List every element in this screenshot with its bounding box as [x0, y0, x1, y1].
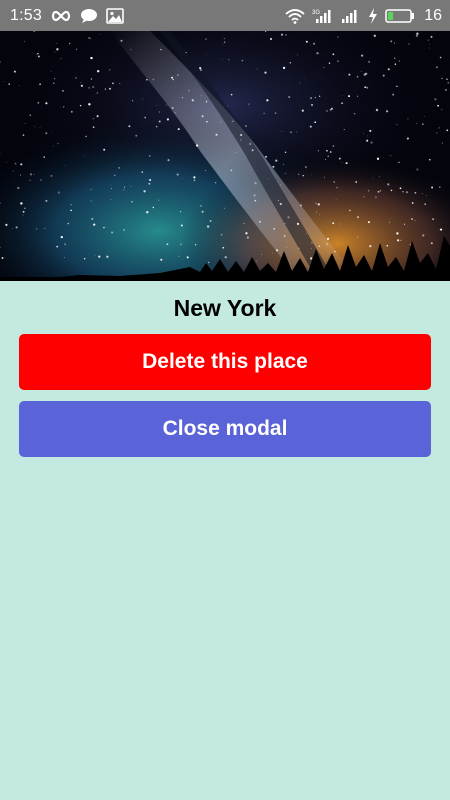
image-icon	[106, 7, 124, 24]
status-bar-right: 3G 16	[285, 7, 442, 25]
battery-level: 16	[424, 6, 442, 24]
battery-icon	[385, 8, 415, 23]
network-label: 3G	[312, 10, 320, 16]
close-modal-button[interactable]: Close modal	[19, 401, 431, 457]
signal-icon	[341, 8, 361, 24]
status-bar: 1:53 3G 16	[0, 0, 450, 31]
delete-place-button[interactable]: Delete this place	[19, 334, 431, 390]
charging-icon	[368, 7, 378, 24]
infinity-icon	[50, 9, 72, 23]
status-time: 1:53	[10, 6, 42, 24]
milky-way-photo	[0, 31, 450, 281]
signal-3g-icon: 3G	[312, 8, 334, 24]
modal-content: New York Delete this place Close modal	[0, 281, 450, 457]
place-name: New York	[173, 295, 277, 321]
chat-bubble-icon	[80, 8, 98, 24]
status-bar-left: 1:53	[10, 7, 124, 25]
place-image	[0, 31, 450, 281]
wifi-icon	[285, 8, 305, 24]
